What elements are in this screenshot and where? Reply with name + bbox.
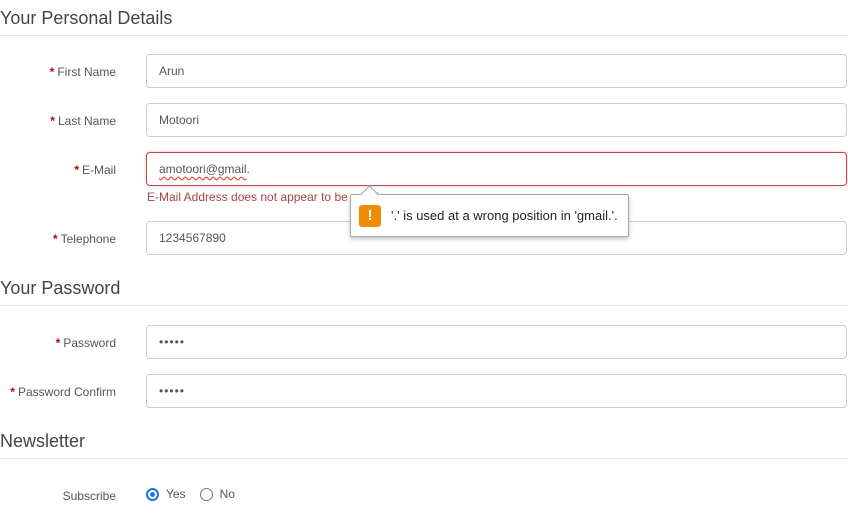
validation-tooltip: ! '.' is used at a wrong position in 'gm… <box>350 194 629 237</box>
first-name-label: * First Name <box>49 65 116 79</box>
newsletter-heading: Newsletter <box>0 430 848 459</box>
password-label: * Password <box>55 336 116 350</box>
email-input[interactable]: amotoori@gmail. <box>146 152 847 186</box>
registration-form: Your Personal Details * First Name Arun *… <box>0 0 848 520</box>
password-confirm-input[interactable]: ••••• <box>146 374 847 408</box>
subscribe-no-label[interactable]: No <box>220 487 235 501</box>
email-value-misspelled: amotoori@gmail <box>159 162 247 176</box>
email-error-message: E-Mail Address does not appear to be val… <box>147 190 380 204</box>
password-input[interactable]: ••••• <box>146 325 847 359</box>
email-value-trailing: . <box>246 162 250 176</box>
telephone-label: * Telephone <box>52 232 116 246</box>
subscribe-radio-group: Yes No <box>146 487 249 501</box>
required-marker: * <box>55 336 61 350</box>
email-label: * E-Mail <box>74 163 116 177</box>
password-confirm-label: * Password Confirm <box>10 385 116 399</box>
last-name-label: * Last Name <box>50 114 116 128</box>
warning-icon: ! <box>359 204 381 227</box>
subscribe-no-radio[interactable] <box>199 487 213 501</box>
required-marker: * <box>52 232 58 246</box>
subscribe-label: Subscribe <box>62 489 116 503</box>
required-marker: * <box>74 163 79 177</box>
first-name-input[interactable]: Arun <box>146 54 847 88</box>
tooltip-message: '.' is used at a wrong position in 'gmai… <box>391 208 618 223</box>
personal-details-heading: Your Personal Details <box>0 7 848 36</box>
subscribe-yes-label[interactable]: Yes <box>166 487 186 501</box>
required-marker: * <box>50 114 55 128</box>
password-heading: Your Password <box>0 277 848 306</box>
required-marker: * <box>49 65 55 79</box>
last-name-input[interactable]: Motoori <box>146 103 847 137</box>
required-marker: * <box>10 385 15 399</box>
subscribe-yes-radio[interactable] <box>146 487 159 501</box>
